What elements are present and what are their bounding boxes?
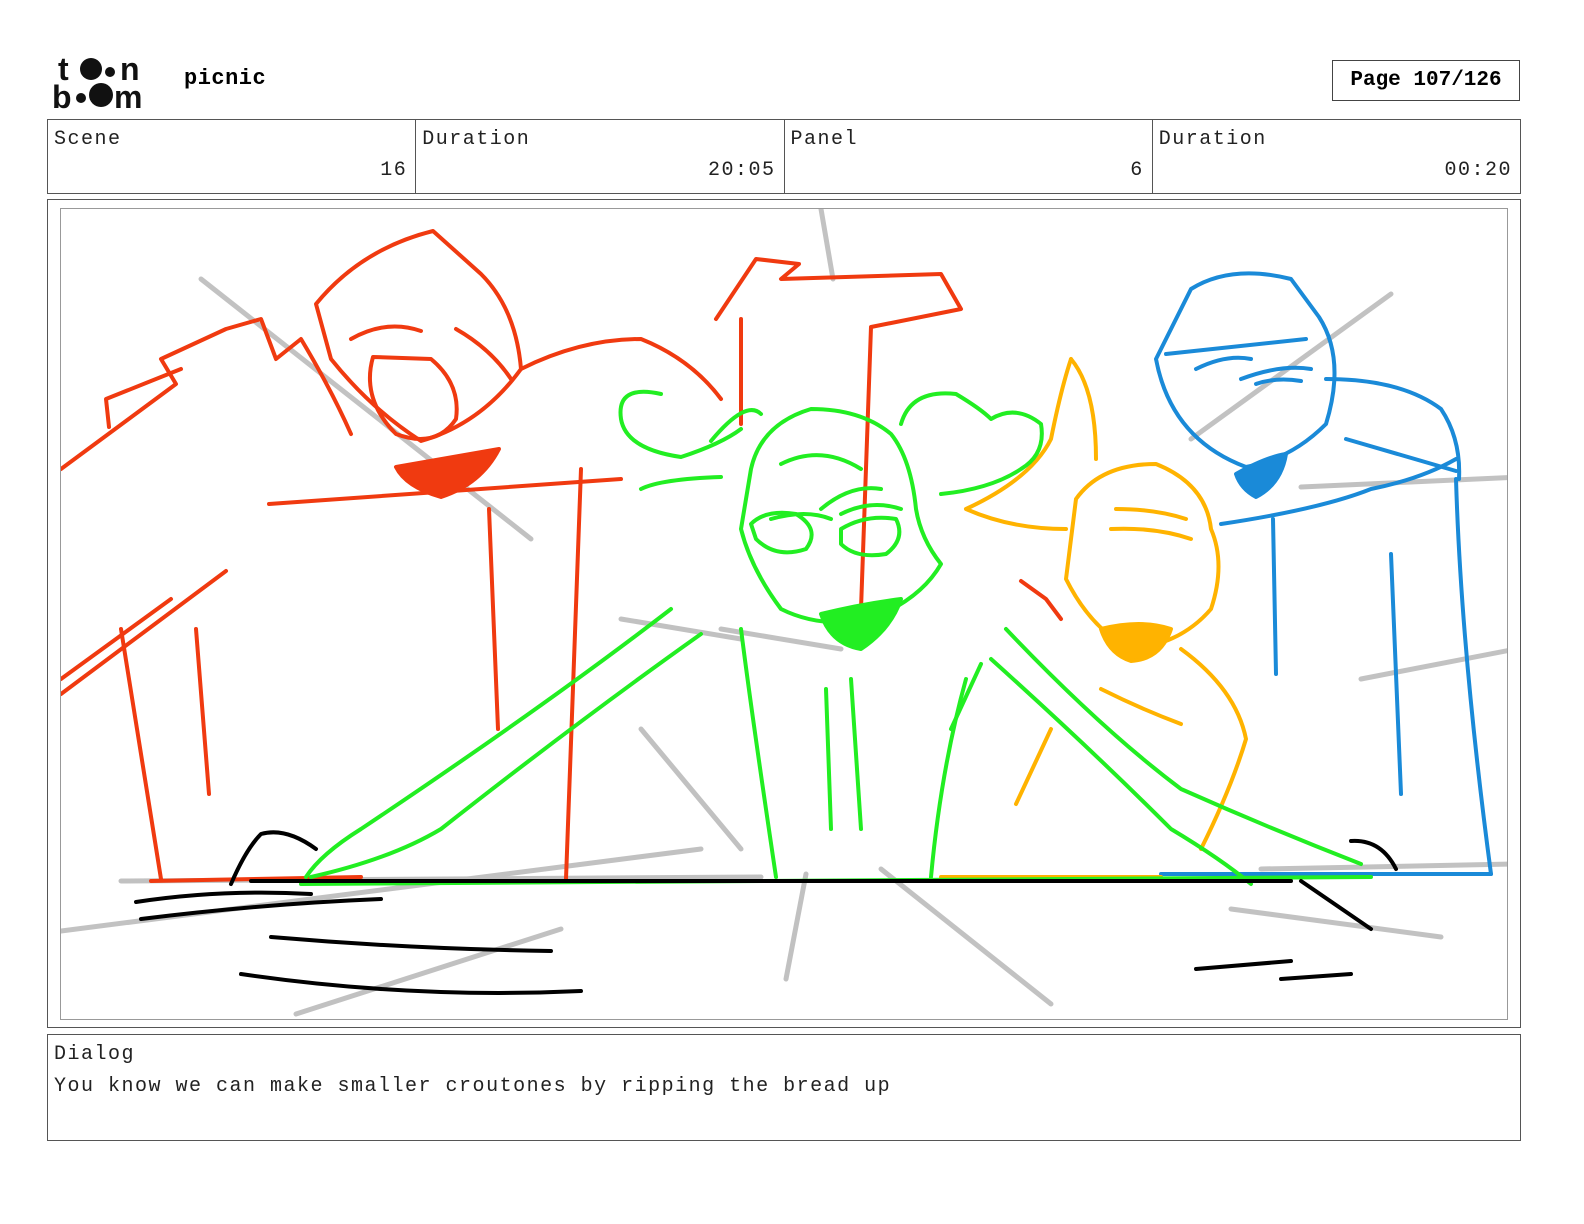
panel-duration-label: Duration (1158, 128, 1267, 151)
toon-boom-logo: t n b m (52, 51, 142, 112)
dialog-label: Dialog (54, 1043, 136, 1066)
green-bun (618, 389, 743, 459)
green-hair (779, 453, 863, 471)
blue-character (1154, 271, 1493, 876)
green-eye (749, 510, 814, 555)
page-indicator: Page 107/126 (1332, 60, 1520, 101)
red-brow (349, 324, 423, 341)
green-arm (1004, 627, 1363, 866)
dialog-text: You know we can make smaller croutones b… (54, 1075, 892, 1098)
ray (818, 209, 836, 282)
blue-brow (1194, 355, 1253, 371)
panel-duration-cell: Duration 00:20 (1153, 120, 1520, 193)
scene-info-row: Scene 16 Duration 20:05 Panel 6 Duration… (47, 119, 1521, 194)
ray (1358, 648, 1507, 682)
green-brow (839, 503, 903, 516)
project-title: picnic (184, 66, 267, 91)
ray (1258, 861, 1507, 872)
ray (878, 866, 1054, 1007)
panel-label: Panel (790, 128, 859, 151)
red-shoulder (61, 317, 353, 471)
green-bun (899, 391, 1044, 496)
red-head (314, 229, 523, 443)
motion-line (1194, 959, 1293, 971)
panel-frame (47, 199, 1521, 1028)
green-body (739, 627, 778, 879)
scene-label: Scene (54, 128, 122, 151)
red-arm (61, 597, 173, 681)
yellow-head (1064, 462, 1221, 651)
red-body (564, 467, 583, 881)
svg-text:m: m (114, 79, 142, 112)
storyboard-sketch (61, 209, 1507, 1017)
yellow-bow (964, 357, 1073, 531)
red-brow (454, 327, 513, 381)
red-body (194, 627, 211, 796)
scene-value: 16 (380, 159, 408, 182)
panel-cell: Panel 6 (785, 120, 1153, 193)
scene-duration-label: Duration (422, 128, 531, 151)
yellow-bow (1069, 357, 1098, 461)
panel-duration-value: 00:20 (1444, 159, 1512, 182)
green-bun (639, 475, 723, 491)
red-body (487, 507, 500, 731)
scene-duration-cell: Duration 20:05 (416, 120, 785, 193)
blue-brow (1164, 337, 1308, 356)
green-arm (304, 607, 673, 879)
yellow-mouth (1099, 622, 1173, 663)
green-eye (839, 515, 902, 558)
panel-image (60, 208, 1508, 1020)
yellow-body (1099, 687, 1183, 726)
blue-mouth (1234, 452, 1288, 499)
red-body (119, 627, 163, 881)
yellow-body (1014, 727, 1053, 806)
ray (1228, 906, 1444, 940)
red-chair (1019, 579, 1063, 621)
green-mouth (819, 597, 903, 651)
panel-value: 6 (1130, 159, 1144, 182)
green-arm (309, 632, 703, 879)
green-body (849, 677, 863, 831)
green-bun (709, 408, 763, 443)
yellow-body (1179, 647, 1248, 851)
red-eye (368, 355, 459, 441)
left-hand (139, 897, 383, 921)
blue-body (1454, 477, 1493, 876)
red-back-arm (519, 337, 723, 401)
blue-body (1271, 517, 1278, 676)
yellow-eye (1114, 507, 1188, 521)
blue-eye (1254, 377, 1303, 386)
dialog-box: Dialog You know we can make smaller crou… (47, 1034, 1521, 1141)
yellow-eye (1109, 526, 1193, 541)
ray (638, 726, 744, 852)
red-chair (714, 257, 963, 611)
svg-text:b: b (52, 79, 72, 112)
red-character (61, 229, 1063, 883)
blue-body (1324, 377, 1462, 481)
scene-cell: Scene 16 (48, 120, 417, 193)
scene-duration-value: 20:05 (707, 159, 776, 182)
ray (783, 871, 809, 982)
red-back (104, 367, 183, 429)
motion-line (1279, 972, 1353, 981)
green-body (824, 687, 833, 831)
green-body (949, 662, 983, 731)
